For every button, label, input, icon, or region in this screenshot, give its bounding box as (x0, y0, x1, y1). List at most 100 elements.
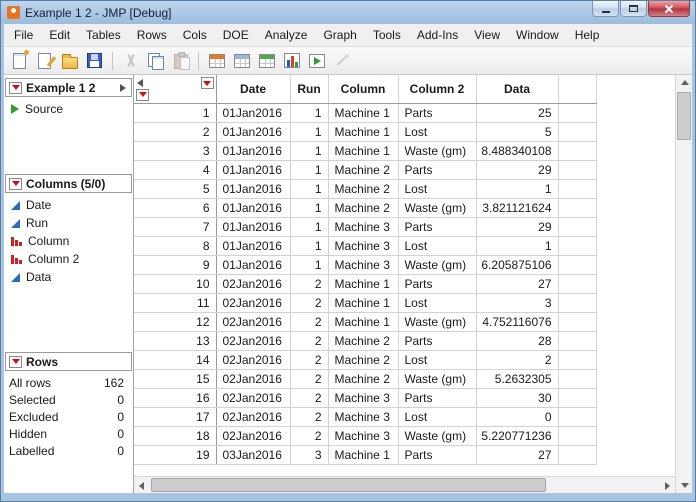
data-table-button[interactable] (230, 49, 253, 72)
menu-tools[interactable]: Tools (365, 24, 409, 46)
data-cell[interactable]: 1 (289, 255, 329, 275)
rows-stat-labelled[interactable]: Labelled 0 (4, 442, 133, 459)
data-cell[interactable]: 27 (475, 445, 559, 465)
data-cell[interactable]: 4.752116076 (475, 312, 559, 332)
row-number-cell[interactable]: 16 (134, 388, 217, 408)
data-cell[interactable] (557, 445, 597, 465)
menu-window[interactable]: Window (508, 24, 567, 46)
data-cell[interactable] (557, 369, 597, 389)
data-cell[interactable]: 0 (475, 407, 559, 427)
data-cell[interactable]: Waste (gm) (397, 369, 477, 389)
row-number-cell[interactable]: 8 (134, 236, 217, 256)
scroll-down-button[interactable] (677, 478, 692, 493)
data-cell[interactable]: 1 (289, 179, 329, 199)
columns-menu-icon[interactable] (9, 177, 22, 190)
row-number-cell[interactable]: 19 (134, 445, 217, 465)
menu-graph[interactable]: Graph (315, 24, 364, 46)
row-number-cell[interactable]: 9 (134, 255, 217, 275)
paste-button[interactable] (169, 49, 192, 72)
save-button[interactable] (83, 49, 106, 72)
data-cell[interactable]: 2 (289, 331, 329, 351)
data-cell[interactable]: 2 (289, 293, 329, 313)
data-cell[interactable]: 01Jan2016 (215, 255, 291, 275)
data-cell[interactable]: Lost (397, 407, 477, 427)
data-cell[interactable]: 01Jan2016 (215, 122, 291, 142)
grid-columns-menu-icon[interactable] (200, 77, 214, 89)
data-cell[interactable]: 02Jan2016 (215, 331, 291, 351)
data-cell[interactable]: Waste (gm) (397, 141, 477, 161)
vertical-scrollbar[interactable] (675, 75, 692, 493)
column-header-column[interactable]: Column (327, 75, 399, 104)
data-cell[interactable]: Machine 3 (327, 426, 399, 446)
data-cell[interactable]: 6.205875106 (475, 255, 559, 275)
data-cell[interactable]: 01Jan2016 (215, 160, 291, 180)
open-button[interactable] (58, 49, 81, 72)
data-cell[interactable]: Parts (397, 274, 477, 294)
data-cell[interactable] (557, 350, 597, 370)
data-cell[interactable]: 01Jan2016 (215, 217, 291, 237)
data-cell[interactable] (557, 217, 597, 237)
data-cell[interactable]: 01Jan2016 (215, 179, 291, 199)
minimize-button[interactable] (592, 1, 619, 17)
data-cell[interactable]: 3.821121624 (475, 198, 559, 218)
menu-cols[interactable]: Cols (175, 24, 215, 46)
menu-doe[interactable]: DOE (215, 24, 257, 46)
horizontal-scrollbar[interactable] (134, 476, 675, 493)
data-cell[interactable]: 3 (475, 293, 559, 313)
data-cell[interactable]: 1 (289, 198, 329, 218)
column-item-run[interactable]: Run (4, 214, 133, 232)
data-cell[interactable] (557, 312, 597, 332)
column-header-data[interactable]: Data (475, 75, 559, 104)
menu-add-ins[interactable]: Add-Ins (409, 24, 466, 46)
column-header-column-2[interactable]: Column 2 (397, 75, 477, 104)
data-cell[interactable]: Machine 1 (327, 293, 399, 313)
data-cell[interactable]: Machine 1 (327, 445, 399, 465)
data-cell[interactable] (557, 274, 597, 294)
row-number-cell[interactable]: 15 (134, 369, 217, 389)
data-cell[interactable] (557, 236, 597, 256)
data-cell[interactable]: 01Jan2016 (215, 198, 291, 218)
column-header-date[interactable]: Date (215, 75, 291, 104)
data-cell[interactable]: 5.2632305 (475, 369, 559, 389)
data-cell[interactable]: 25 (475, 103, 559, 123)
data-cell[interactable]: 02Jan2016 (215, 274, 291, 294)
row-number-cell[interactable]: 5 (134, 179, 217, 199)
menu-edit[interactable]: Edit (41, 24, 78, 46)
data-cell[interactable]: Machine 2 (327, 179, 399, 199)
data-cell[interactable]: Lost (397, 236, 477, 256)
new-journal-button[interactable] (33, 49, 56, 72)
data-cell[interactable]: 02Jan2016 (215, 426, 291, 446)
data-cell[interactable]: Machine 1 (327, 103, 399, 123)
data-cell[interactable]: Machine 1 (327, 122, 399, 142)
rows-stat-excluded[interactable]: Excluded 0 (4, 408, 133, 425)
data-cell[interactable]: Parts (397, 331, 477, 351)
data-cell[interactable]: Machine 2 (327, 350, 399, 370)
data-cell[interactable]: 02Jan2016 (215, 293, 291, 313)
titlebar[interactable]: Example 1 2 - JMP [Debug] (1, 1, 695, 24)
data-cell[interactable] (557, 426, 597, 446)
data-cell[interactable]: 02Jan2016 (215, 312, 291, 332)
data-cell[interactable]: 1 (289, 141, 329, 161)
data-cell[interactable]: Lost (397, 122, 477, 142)
row-number-cell[interactable]: 4 (134, 160, 217, 180)
data-cell[interactable]: 2 (289, 312, 329, 332)
data-cell[interactable] (557, 122, 597, 142)
row-number-cell[interactable]: 11 (134, 293, 217, 313)
data-cell[interactable] (557, 103, 597, 123)
data-cell[interactable] (557, 388, 597, 408)
data-cell[interactable]: Lost (397, 350, 477, 370)
menu-tables[interactable]: Tables (78, 24, 129, 46)
copy-button[interactable] (144, 49, 167, 72)
row-number-cell[interactable]: 3 (134, 141, 217, 161)
cut-button[interactable] (119, 49, 142, 72)
data-cell[interactable]: 1 (289, 236, 329, 256)
data-cell[interactable]: 2 (475, 350, 559, 370)
data-cell[interactable]: 02Jan2016 (215, 350, 291, 370)
table-panel-item-source[interactable]: Source (4, 100, 133, 118)
data-cell[interactable] (557, 331, 597, 351)
rows-stat-selected[interactable]: Selected 0 (4, 391, 133, 408)
row-number-cell[interactable]: 10 (134, 274, 217, 294)
data-cell[interactable]: Lost (397, 293, 477, 313)
data-cell[interactable]: 2 (289, 350, 329, 370)
collapse-panel-icon[interactable] (120, 83, 126, 92)
